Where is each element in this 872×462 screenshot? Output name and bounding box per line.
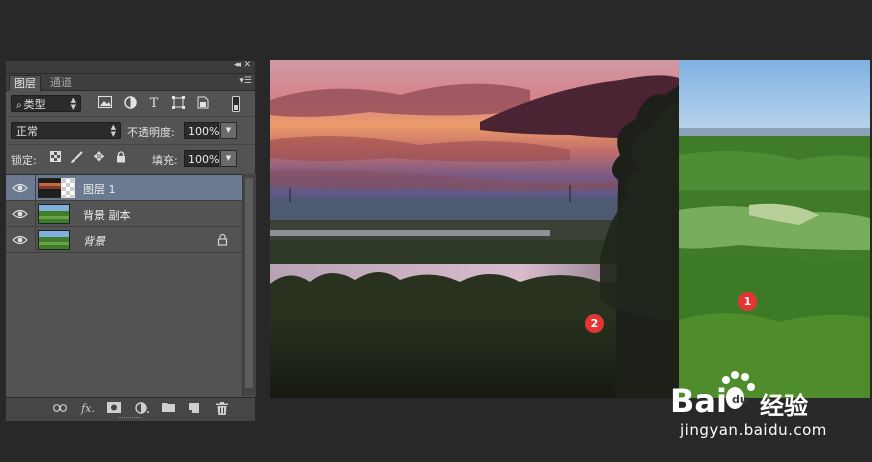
search-icon: ⌕	[16, 100, 22, 111]
divider	[35, 201, 36, 227]
add-mask-icon[interactable]	[106, 402, 122, 416]
tab-layers[interactable]: 图层	[9, 75, 41, 91]
svg-text:du: du	[732, 393, 748, 406]
lock-label: 锁定:	[11, 154, 37, 167]
panel-menu-icon[interactable]: ▾☰	[239, 76, 252, 86]
resize-grip[interactable]	[119, 417, 141, 420]
layer-mask-thumbnail[interactable]	[61, 178, 75, 198]
lock-fill-row: 锁定: ✥ 填充: 100% ▼	[6, 146, 255, 172]
watermark-url: jingyan.baidu.com	[680, 421, 827, 439]
chevron-updown-icon: ▲ ▼	[70, 96, 76, 111]
forest-layer-image	[679, 60, 870, 398]
blend-mode-value: 正常	[16, 125, 38, 138]
layer-row-background[interactable]: 背景	[6, 227, 242, 253]
fx-label: fx	[81, 402, 92, 415]
new-layer-icon[interactable]	[186, 402, 202, 416]
shape-filter-icon[interactable]	[170, 96, 186, 112]
layer-thumbnail[interactable]	[38, 204, 70, 224]
lock-all-icon[interactable]	[114, 151, 128, 165]
marker-badge-2: 2	[585, 314, 604, 333]
layer-row-layer1[interactable]: 图层 1	[6, 175, 242, 201]
filter-toggle-icon[interactable]	[228, 96, 244, 112]
sunset-layer-image	[270, 60, 679, 398]
lock-paint-icon[interactable]	[69, 151, 83, 165]
layers-list: 图层 1 背景 副本 背景	[6, 174, 242, 397]
watermark-brand-cn: 经验	[760, 392, 808, 420]
lock-transparent-icon[interactable]	[48, 151, 62, 165]
divider	[35, 175, 36, 201]
scrollbar-thumb[interactable]	[245, 178, 253, 388]
eye-icon[interactable]	[12, 233, 28, 247]
fill-input[interactable]: 100%	[184, 150, 219, 167]
layer-thumbnail[interactable]	[38, 230, 70, 250]
document-canvas[interactable]: 1 2	[270, 60, 870, 398]
panel-title-bar: ◂◂ ✕	[6, 60, 255, 74]
lock-move-icon[interactable]: ✥	[92, 151, 106, 165]
layer-row-background-copy[interactable]: 背景 副本	[6, 201, 242, 227]
blend-mode-select[interactable]: 正常 ▲ ▼	[11, 122, 121, 139]
type-filter-icon[interactable]: T	[146, 96, 162, 112]
collapse-icon[interactable]: ◂◂	[234, 60, 241, 70]
opacity-label: 不透明度:	[127, 126, 175, 139]
fx-icon[interactable]: fx.	[80, 402, 96, 416]
layer-lock-icon[interactable]	[217, 233, 228, 246]
eye-icon[interactable]	[12, 181, 28, 195]
watermark-brand: Bai	[670, 382, 727, 420]
marker-badge-1: 1	[738, 292, 757, 311]
fill-dropdown-button[interactable]: ▼	[220, 150, 237, 167]
eye-icon[interactable]	[12, 207, 28, 221]
adjustment-filter-icon[interactable]	[122, 96, 138, 112]
panel-tabs: 图层 通道 ▾☰	[6, 74, 255, 91]
filter-row: ⌕ 类型 ▲ ▼ T	[6, 92, 255, 117]
divider	[35, 227, 36, 253]
layer-thumbnail[interactable]	[38, 178, 62, 198]
opacity-dropdown-button[interactable]: ▼	[220, 122, 237, 139]
panel-footer: fx.	[6, 397, 255, 421]
new-group-icon[interactable]	[160, 402, 176, 416]
smart-object-filter-icon[interactable]	[194, 96, 210, 112]
filter-kind-value: 类型	[23, 98, 46, 111]
close-icon[interactable]: ✕	[243, 60, 251, 70]
link-icon[interactable]	[52, 402, 68, 416]
layer-name[interactable]: 图层 1	[83, 181, 116, 197]
adjustment-layer-icon[interactable]	[134, 402, 150, 416]
opacity-input[interactable]: 100%	[184, 122, 219, 139]
tab-channels[interactable]: 通道	[46, 75, 76, 90]
blend-opacity-row: 正常 ▲ ▼ 不透明度: 100% ▼	[6, 118, 255, 145]
image-filter-icon[interactable]	[97, 96, 113, 112]
filter-kind-select[interactable]: ⌕ 类型 ▲ ▼	[11, 95, 81, 112]
layers-scrollbar[interactable]	[242, 174, 256, 396]
layer-name[interactable]: 背景	[83, 233, 105, 249]
layers-panel: ◂◂ ✕ 图层 通道 ▾☰ ⌕ 类型 ▲ ▼ T 正常 ▲ ▼ 不透明度: 10…	[5, 60, 256, 421]
layer-name[interactable]: 背景 副本	[83, 207, 131, 223]
chevron-updown-icon: ▲ ▼	[110, 123, 116, 138]
fill-label: 填充:	[152, 154, 178, 167]
delete-icon[interactable]	[214, 402, 230, 416]
